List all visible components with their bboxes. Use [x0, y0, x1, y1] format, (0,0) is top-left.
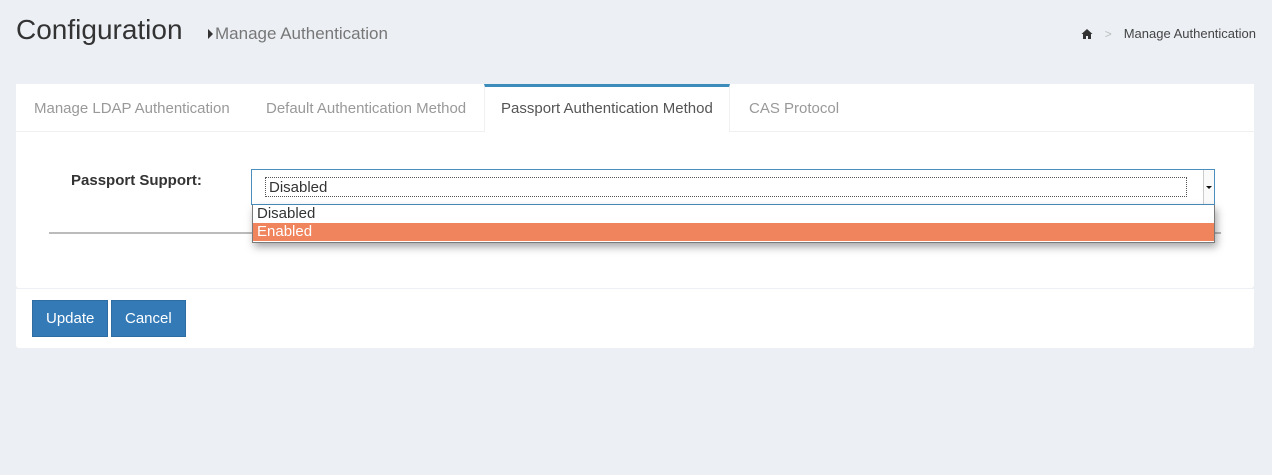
config-panel: Manage LDAP Authentication Default Authe…: [16, 84, 1254, 288]
breadcrumb-current: Manage Authentication: [1123, 26, 1256, 41]
cancel-button[interactable]: Cancel: [111, 300, 186, 337]
passport-support-dropdown: Disabled Enabled: [252, 205, 1215, 243]
option-disabled[interactable]: Disabled: [253, 205, 1214, 223]
dropdown-arrow[interactable]: [1203, 170, 1214, 204]
passport-support-select[interactable]: Disabled: [251, 169, 1215, 205]
update-button[interactable]: Update: [32, 300, 109, 337]
focus-ring: [265, 177, 1187, 197]
chevron-down-icon: [1206, 185, 1212, 189]
page-header: Configuration Manage Authentication > Ma…: [16, 14, 1256, 54]
page-subtitle: Manage Authentication: [215, 24, 388, 43]
breadcrumb: > Manage Authentication: [1081, 26, 1256, 41]
tab-bar: Manage LDAP Authentication Default Authe…: [16, 84, 1254, 132]
caret-right-icon: [208, 29, 213, 39]
tab-passport-auth-method[interactable]: Passport Authentication Method: [484, 84, 730, 132]
form-footer: Update Cancel: [16, 289, 1254, 348]
tab-cas-protocol[interactable]: CAS Protocol: [731, 84, 857, 132]
home-icon[interactable]: [1081, 28, 1093, 40]
select-value: Disabled: [269, 179, 328, 196]
passport-support-label: Passport Support:: [71, 172, 202, 189]
option-enabled[interactable]: Enabled: [253, 223, 1214, 241]
tab-default-auth-method[interactable]: Default Authentication Method: [248, 84, 484, 132]
breadcrumb-separator: >: [1104, 26, 1112, 41]
subtitle: Manage Authentication: [208, 24, 388, 44]
tab-manage-ldap[interactable]: Manage LDAP Authentication: [16, 84, 248, 132]
page-title: Configuration: [16, 14, 183, 45]
